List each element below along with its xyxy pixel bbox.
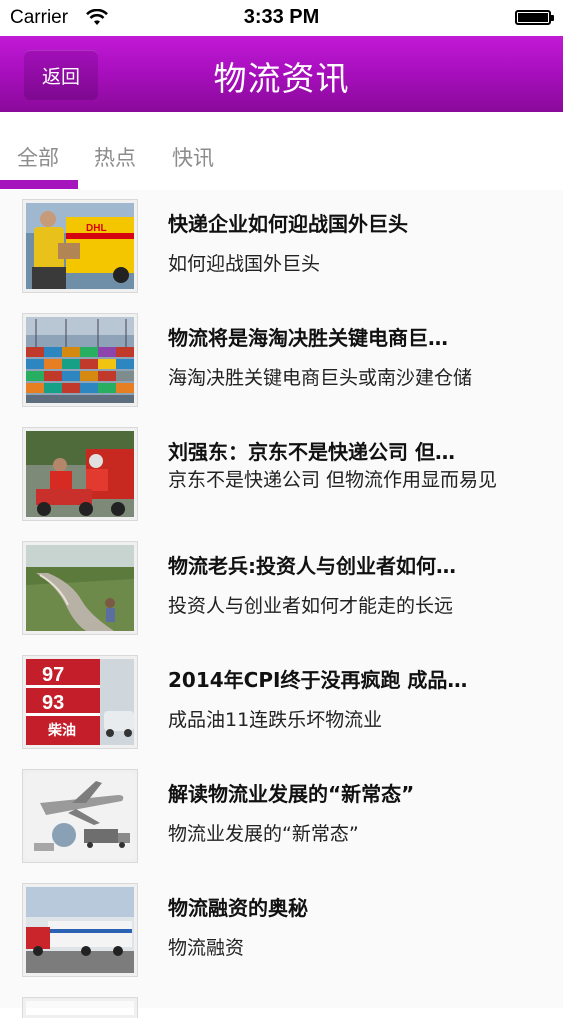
page-title: 物流资讯 [213,59,350,98]
fuel-sign-diesel: 柴油 [47,722,76,739]
clock: 3:33 PM [243,6,320,28]
article-summary: 物流融资 [168,937,245,959]
list-item[interactable]: DHL 快递企业如何迎战国外巨头 如何迎战国外巨头 [0,190,563,305]
list-item[interactable]: 物流老兵:投资人与创业者如何… 投资人与创业者如何才能走的长远 [0,532,563,647]
article-title: 解读物流业发展的“新常态” [168,782,415,806]
news-list[interactable]: DHL 快递企业如何迎战国外巨头 如何迎战国外巨头 物流将是海淘决胜关键电商巨…… [0,190,563,1018]
article-summary: 海淘决胜关键电商巨头或南沙建仓储 [168,367,473,389]
category-tabs: 全部 热点 快讯 [0,112,563,190]
list-item[interactable]: 解读物流业发展的“新常态” 物流业发展的“新常态” [0,760,563,875]
status-bar: Carrier 3:33 PM [0,0,563,36]
fuel-sign-93: 93 [42,692,64,714]
list-item[interactable]: 刘强东：京东不是快递公司 但… 京东不是快递公司 但物流作用显而易见 [0,418,563,533]
article-summary: 如何迎战国外巨头 [168,253,321,275]
list-item[interactable]: 物流融资的奥秘 物流融资 [0,874,563,989]
truck-warehouse-thumbnail [23,884,137,976]
list-item[interactable]: 物流将是海淘决胜关键电商巨… 海淘决胜关键电商巨头或南沙建仓储 [0,304,563,419]
article-summary: 成品油11连跌乐坏物流业 [168,709,383,731]
fuel-sign-97: 97 [42,664,64,686]
thumbnail [23,998,137,1018]
article-title: 2014年CPI终于没再疯跑 成品… [168,668,468,692]
article-summary: 投资人与创业者如何才能走的长远 [168,595,454,617]
nav-header: 返回 物流资讯 [0,36,563,112]
article-summary: 京东不是快递公司 但物流作用显而易见 [168,469,498,491]
article-summary: 物流业发展的“新常态” [168,823,359,845]
article-title: 快递企业如何迎战国外巨头 [168,212,408,236]
tab-hot[interactable]: 热点 [94,142,136,172]
list-item[interactable] [0,988,563,1018]
road-walker-thumbnail [23,542,137,634]
container-port-thumbnail [23,314,137,406]
list-item[interactable]: 97 93 柴油 2014年CPI终于没再疯跑 成品… 成品油11连跌乐坏物流业 [0,646,563,761]
jd-courier-thumbnail [23,428,137,520]
battery-icon [515,10,554,25]
article-title: 物流融资的奥秘 [168,896,308,920]
tab-flash[interactable]: 快讯 [172,142,214,172]
dhl-delivery-thumbnail: DHL [23,200,137,292]
article-title: 物流将是海淘决胜关键电商巨… [168,326,448,350]
article-title: 刘强东：京东不是快递公司 但… [168,440,455,464]
airplane-logistics-thumbnail [23,770,137,862]
tab-all[interactable]: 全部 [17,142,59,172]
article-title: 物流老兵:投资人与创业者如何… [168,554,456,578]
selected-tab-indicator [0,180,78,189]
svg-text:DHL: DHL [86,223,107,234]
fuel-price-sign-thumbnail: 97 93 柴油 [23,656,137,748]
